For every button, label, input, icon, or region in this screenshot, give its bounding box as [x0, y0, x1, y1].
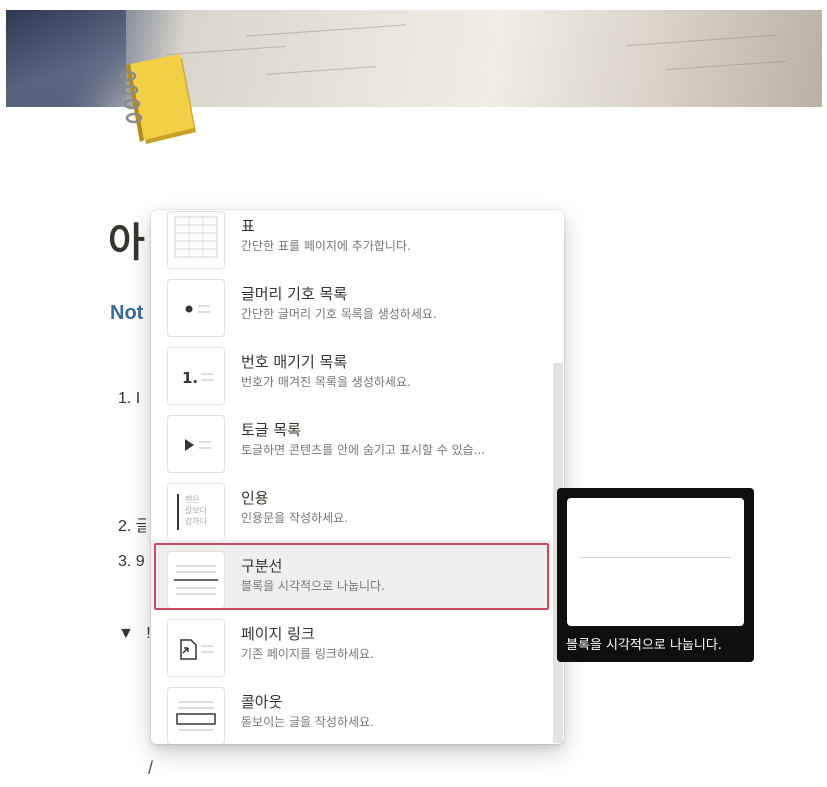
callout-icon	[167, 687, 225, 744]
quote-bar	[177, 494, 179, 530]
divider-preview	[567, 498, 744, 626]
menu-item-title: 콜아웃	[241, 693, 283, 711]
menu-item-title: 번호 매기기 목록	[241, 353, 348, 371]
menu-item-description: 번호가 매겨진 목록을 생성하세요.	[241, 375, 411, 389]
numbered-list-icon: 1.	[167, 347, 225, 405]
cover-shadow	[6, 10, 126, 107]
page-link-icon	[167, 619, 225, 677]
cover-handwriting	[666, 60, 786, 71]
menu-item-description: 기존 페이지를 링크하세요.	[241, 647, 374, 661]
menu-item-toggle-list[interactable]: 토글 목록 토글하면 콘텐츠를 안에 숨기고 표시할 수 있습...	[151, 404, 551, 473]
quote-icon: 펜은 칼보다 강하다	[167, 483, 225, 541]
page-title[interactable]: 아	[108, 210, 156, 268]
quote-line: 펜은	[185, 495, 200, 504]
menu-item-page-link[interactable]: 페이지 링크 기존 페이지를 링크하세요.	[151, 608, 551, 677]
quote-line: 강하다	[185, 517, 208, 526]
list-number: 2.	[118, 518, 132, 535]
list-text: I	[135, 390, 141, 407]
menu-item-divider[interactable]: 구분선 블록을 시각적으로 나눕니다.	[151, 540, 551, 610]
menu-item-title: 표	[241, 217, 255, 235]
menu-item-description: 간단한 글머리 기호 목록을 생성하세요.	[241, 307, 437, 321]
quote-line: 칼보다	[185, 506, 208, 515]
menu-item-description: 블록을 시각적으로 나눕니다.	[241, 579, 385, 593]
list-item[interactable]: 3. 9	[118, 553, 146, 571]
menu-item-title: 토글 목록	[241, 421, 301, 439]
block-preview-tooltip: 블록을 시각적으로 나눕니다.	[557, 488, 754, 662]
menu-item-title: 글머리 기호 목록	[241, 285, 348, 303]
preview-divider-line	[580, 557, 731, 558]
menu-item-description: 돋보이는 글을 작성하세요.	[241, 715, 374, 729]
list-text: 글	[135, 518, 146, 535]
menu-item-table[interactable]: 표 간단한 표를 페이지에 추가합니다.	[151, 210, 551, 269]
menu-item-description: 간단한 표를 페이지에 추가합니다.	[241, 239, 411, 253]
tooltip-caption: 블록을 시각적으로 나눕니다.	[566, 638, 722, 653]
bulleted-list-icon	[167, 279, 225, 337]
menu-item-callout[interactable]: 콜아웃 돋보이는 글을 작성하세요.	[151, 676, 551, 744]
quote-preview-text: 펜은 칼보다 강하다	[185, 494, 207, 527]
cover-handwriting	[266, 66, 376, 75]
block-insert-menu[interactable]: 표 간단한 표를 페이지에 추가합니다. 글머리 기호 목록 간단한 글머리 기…	[151, 210, 564, 744]
menu-item-bulleted-list[interactable]: 글머리 기호 목록 간단한 글머리 기호 목록을 생성하세요.	[151, 268, 551, 337]
divider-icon	[167, 551, 225, 609]
list-item[interactable]: 1. I	[118, 390, 146, 408]
menu-item-numbered-list[interactable]: 1. 번호 매기기 목록 번호가 매겨진 목록을 생성하세요.	[151, 336, 551, 405]
toggle-list-icon	[167, 415, 225, 473]
notebook-icon[interactable]	[112, 54, 202, 150]
page-subtitle[interactable]: Not	[110, 302, 154, 325]
list-text: 9	[135, 553, 145, 570]
menu-item-title: 페이지 링크	[241, 625, 315, 643]
svg-text:1.: 1.	[182, 369, 198, 387]
table-icon	[167, 211, 225, 269]
list-item[interactable]: 2. 글	[118, 512, 146, 536]
menu-item-title: 인용	[241, 489, 269, 507]
menu-item-quote[interactable]: 펜은 칼보다 강하다 인용 인용문을 작성하세요.	[151, 472, 551, 541]
list-number: 1.	[118, 390, 132, 407]
menu-item-title: 구분선	[241, 557, 283, 575]
slash-command-text: /	[148, 758, 154, 778]
toggle-arrow-icon[interactable]: ▼	[118, 625, 134, 642]
menu-item-description: 토글하면 콘텐츠를 안에 숨기고 표시할 수 있습...	[241, 443, 486, 457]
menu-item-description: 인용문을 작성하세요.	[241, 511, 348, 525]
cover-handwriting	[626, 34, 776, 47]
list-number: 3.	[118, 553, 132, 570]
cover-handwriting	[246, 24, 406, 37]
